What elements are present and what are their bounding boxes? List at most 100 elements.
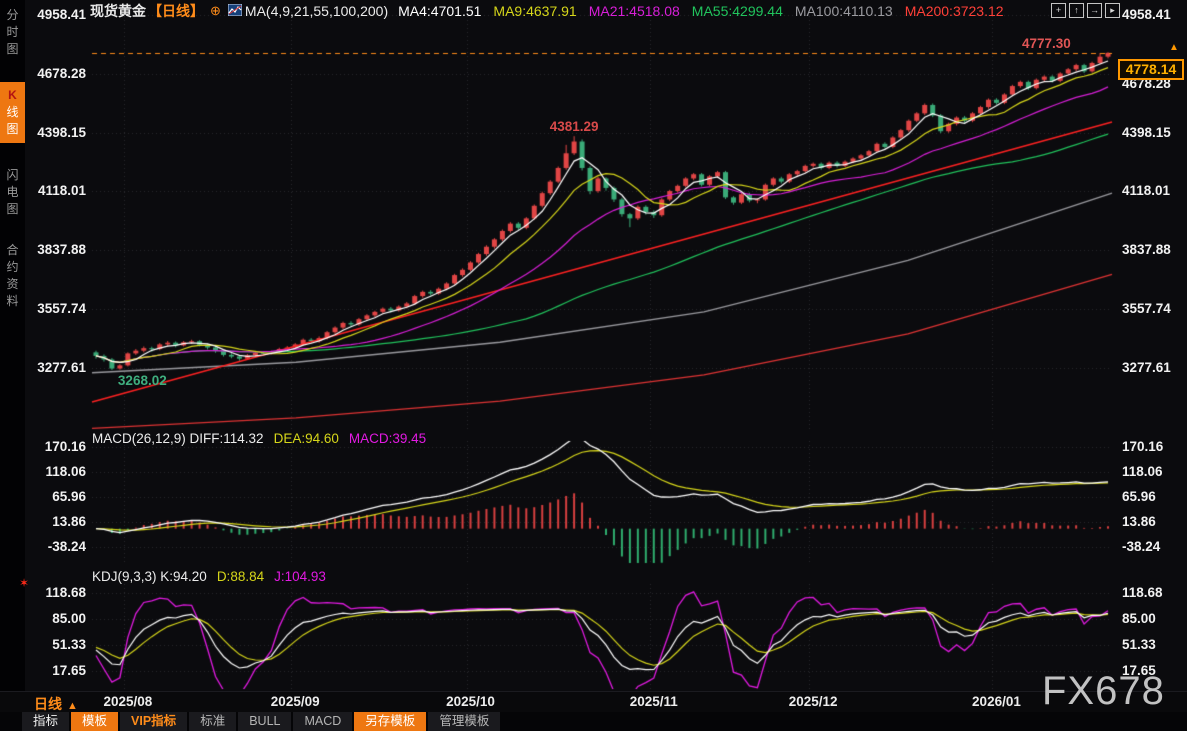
sidebar-item-1[interactable]: 分时图 xyxy=(0,7,25,58)
ma-value-label: MA100:4110.13 xyxy=(794,3,893,19)
add-indicator-icon[interactable]: ⊕ xyxy=(210,3,221,19)
main-axis-label-right: 3277.61 xyxy=(1122,359,1171,375)
main-axis-label-left: 4678.28 xyxy=(37,65,86,81)
month-label: 2025/10 xyxy=(446,694,495,709)
tab-7[interactable]: 另存模板 xyxy=(354,712,427,731)
sidebar-item-char: 约 xyxy=(6,260,19,274)
macd-axis-label-right: -38.24 xyxy=(1122,539,1161,554)
sidebar-item-2[interactable]: K线图 xyxy=(0,82,25,143)
main-axis-label-left: 4958.41 xyxy=(37,7,86,22)
main-axis-label-right: 4398.15 xyxy=(1122,124,1171,140)
tab-6[interactable]: MACD xyxy=(293,712,353,731)
current-price-badge: 4778.14 xyxy=(1118,59,1184,80)
pan-right-icon[interactable]: ▸ xyxy=(1105,3,1120,18)
month-label: 2025/08 xyxy=(103,694,153,709)
sidebar-item-char: 分 xyxy=(6,8,19,22)
macd-axis-label-left: 118.06 xyxy=(45,464,86,479)
macd-axis-label-left: 170.16 xyxy=(44,439,86,454)
main-axis-label-right: 3557.74 xyxy=(1122,301,1171,317)
main-axis-label-left: 3557.74 xyxy=(37,301,86,317)
sidebar-item-char: 料 xyxy=(6,294,19,308)
x-axis-scale-icon[interactable]: → xyxy=(1087,3,1102,18)
period-selector-label: 日线 xyxy=(34,696,62,712)
fx678-watermark: FX678 xyxy=(1042,669,1165,713)
month-label: 2025/12 xyxy=(788,694,838,709)
sidebar-item-char: 闪 xyxy=(6,168,19,182)
time-axis-strip: 日线 ▲ 2025/08 2025/09 2025/10 2025/11 2025/12 2… xyxy=(0,691,1187,713)
price-up-arrow-icon: ▲ xyxy=(1169,42,1179,53)
kdj-axis-label-left: 17.65 xyxy=(52,663,86,678)
tab-1[interactable]: 指标 xyxy=(22,712,70,731)
tab-3[interactable]: VIP指标 xyxy=(120,712,188,731)
kdj-indicator-header: KDJ(9,3,3) K:94.20 D:88.84 J:104.93 xyxy=(92,569,336,584)
tab-2[interactable]: 模板 xyxy=(71,712,119,731)
period-label: 【日线】 xyxy=(148,3,204,19)
sidebar-item-3[interactable]: 闪电图 xyxy=(0,167,25,218)
macd-axis-label-left: 65.96 xyxy=(52,489,86,504)
ma-value-label: MA55:4299.44 xyxy=(691,3,783,19)
kdj-axis-label-right: 118.68 xyxy=(1122,585,1163,600)
tab-4[interactable]: 标准 xyxy=(189,712,237,731)
bottom-tab-bar: 指标 模板 VIP指标 标准 BULL MACD 另存模板 管理模板 xyxy=(0,712,1187,731)
mini-chart-icon xyxy=(227,3,243,19)
month-label: 2025/09 xyxy=(270,694,320,709)
kdj-header-segment: J:104.93 xyxy=(274,569,326,584)
ma-values: MA4:4701.51 MA9:4637.91 MA21:4518.08 MA55:4… xyxy=(398,3,1015,19)
sidebar-item-char: 图 xyxy=(6,122,19,136)
macd-header-segment: DEA:94.60 xyxy=(273,431,339,446)
ma-settings-label: MA(4,9,21,55,100,200) xyxy=(244,3,389,19)
macd-axis-label-right: 65.96 xyxy=(1122,489,1156,504)
main-axis-label-left: 3837.88 xyxy=(37,242,86,258)
period-selector[interactable]: 日线 ▲ xyxy=(34,694,78,714)
sidebar-item-char: 图 xyxy=(6,42,19,56)
sidebar-item-char: K xyxy=(8,88,17,102)
sidebar-item-char: 线 xyxy=(6,105,19,119)
sidebar-item-char: 图 xyxy=(6,202,19,216)
y-axis-scale-icon[interactable]: ↑ xyxy=(1069,3,1084,18)
ma-value-label: MA4:4701.51 xyxy=(398,3,482,19)
kdj-axis-label-right: 85.00 xyxy=(1122,611,1156,626)
month-label: 2026/01 xyxy=(972,694,1021,709)
macd-header-segment: MACD:39.45 xyxy=(348,431,427,446)
ma-value-label: MA200:3723.12 xyxy=(904,3,1004,19)
trading-chart-app: 分时图K线图闪电图合约资料 现货黄金 【日线】 ⊕ MA(4,9,21,55,1… xyxy=(0,0,1187,731)
chart-header: 现货黄金 【日线】 ⊕ MA(4,9,21,55,100,200) MA4:47… xyxy=(90,1,1016,21)
sidebar-item-char: 资 xyxy=(6,277,19,291)
main-axis-label-right: 4958.41 xyxy=(1122,7,1171,22)
kdj-header-segment: KDJ(9,3,3) K:94.20 xyxy=(92,569,207,584)
toolbar-icons: + ↑ → ▸ xyxy=(1051,3,1120,18)
kdj-axis-label-left: 118.68 xyxy=(45,585,86,600)
chevron-up-icon: ▲ xyxy=(67,700,78,712)
kdj-axis-label-left: 51.33 xyxy=(52,637,86,652)
main-axis-label-left: 3277.61 xyxy=(37,359,86,375)
kdj-axis-label-right: 51.33 xyxy=(1122,637,1156,652)
kdj-axis-label-left: 85.00 xyxy=(52,611,86,626)
ma-value-label: MA21:4518.08 xyxy=(588,3,680,19)
sidebar-item-char: 电 xyxy=(6,185,19,199)
symbol-title: 现货黄金 xyxy=(90,3,146,19)
main-axis-label-right: 3837.88 xyxy=(1122,242,1171,258)
sidebar-item-char: 合 xyxy=(6,243,19,257)
macd-axis-label-left: 13.86 xyxy=(52,514,86,529)
main-axis-label-right: 4118.01 xyxy=(1122,183,1171,199)
macd-indicator-header: MACD(26,12,9) DIFF:114.32 DEA:94.60 MACD:3… xyxy=(92,431,436,446)
macd-axis-label-right: 13.86 xyxy=(1122,514,1156,529)
prev-high-label: 4777.30 xyxy=(1022,36,1071,52)
alert-dot-icon[interactable]: ✶ xyxy=(19,576,29,590)
crosshair-icon[interactable]: + xyxy=(1051,3,1066,18)
tab-5[interactable]: BULL xyxy=(238,712,292,731)
sidebar-item-4[interactable]: 合约资料 xyxy=(0,242,25,310)
ma-value-label: MA9:4637.91 xyxy=(493,3,577,19)
macd-axis-label-left: -38.24 xyxy=(47,539,86,554)
macd-axis-label-right: 170.16 xyxy=(1122,439,1164,454)
trough-price-label: 3268.02 xyxy=(117,372,167,388)
main-axis-label-left: 4398.15 xyxy=(37,124,86,140)
main-axis-label-left: 4118.01 xyxy=(37,183,86,199)
kdj-header-segment: D:88.84 xyxy=(216,569,265,584)
month-label: 2025/11 xyxy=(629,694,678,709)
chart-canvas[interactable] xyxy=(0,0,1187,731)
peak-price-label: 4381.29 xyxy=(549,119,599,135)
sidebar-item-char: 时 xyxy=(6,25,19,39)
tab-8[interactable]: 管理模板 xyxy=(428,712,501,731)
macd-axis-label-right: 118.06 xyxy=(1122,464,1163,479)
